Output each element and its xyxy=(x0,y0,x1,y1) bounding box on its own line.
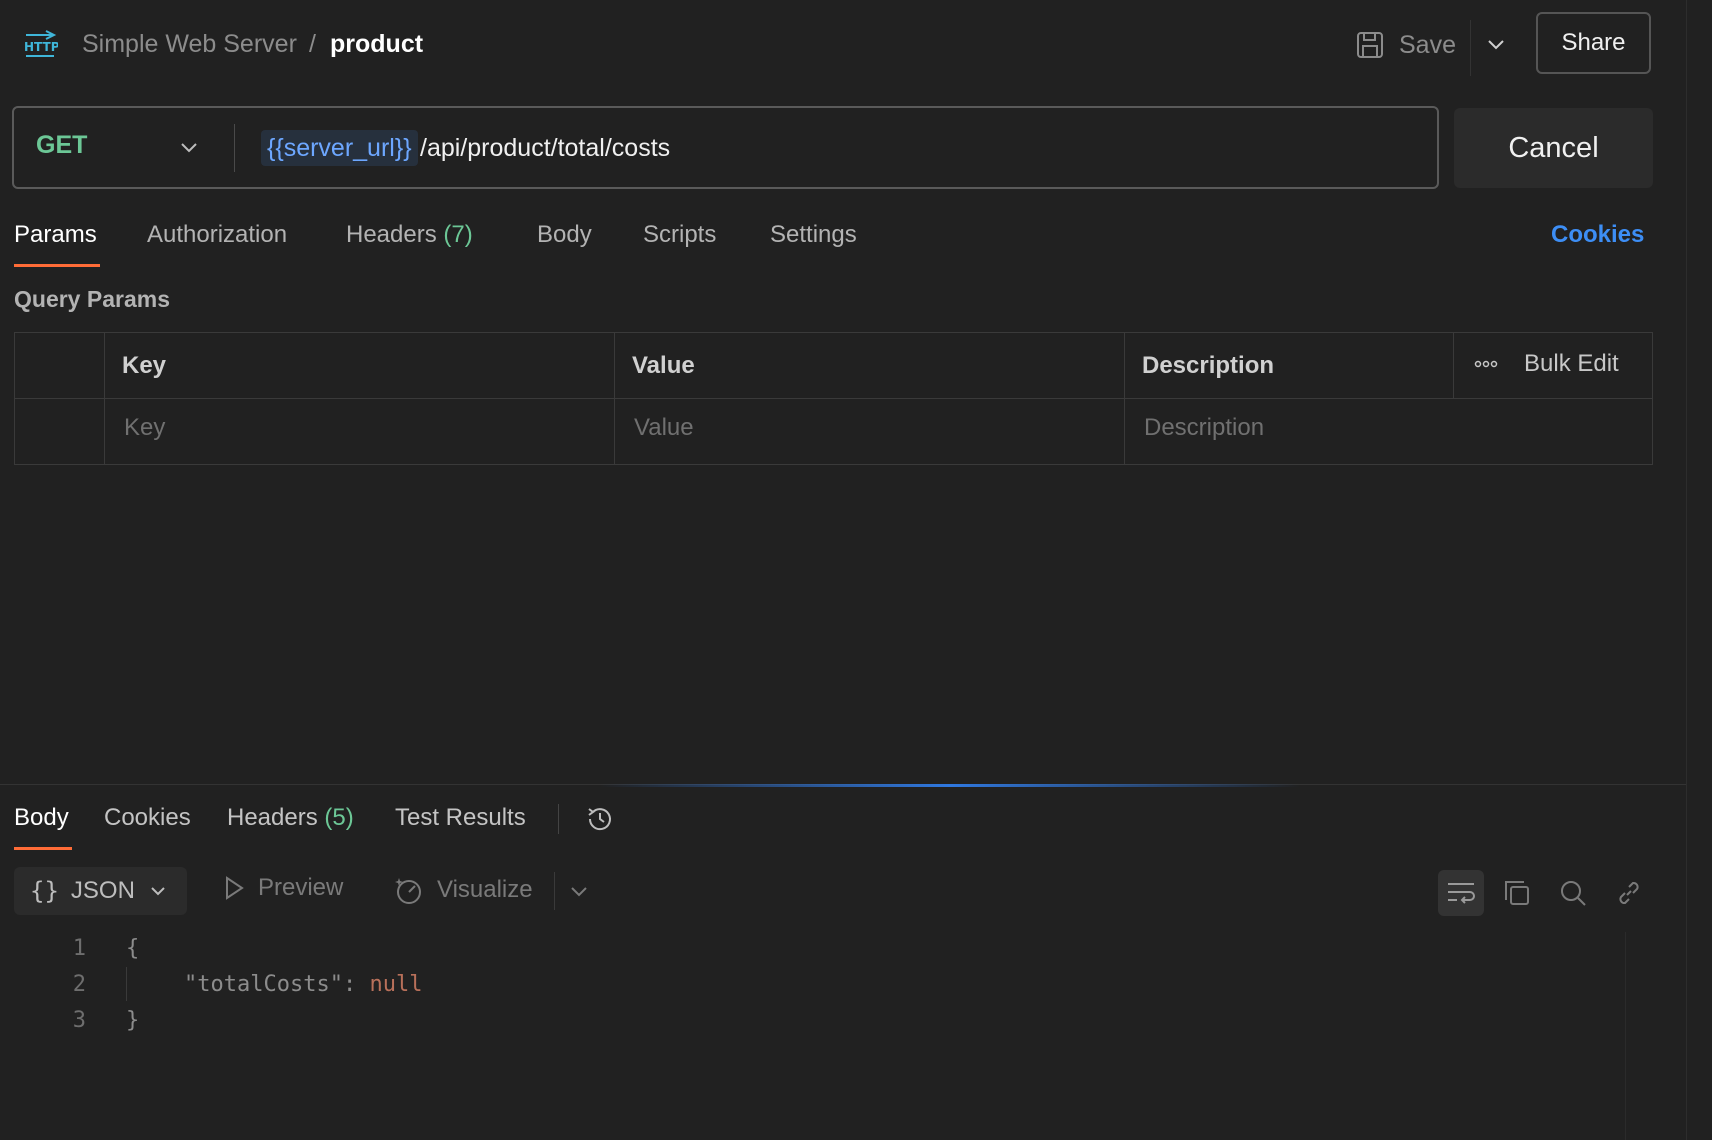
tab-headers-label: Headers xyxy=(346,221,437,248)
breadcrumb-separator: / xyxy=(309,30,316,58)
column-header-description: Description xyxy=(1142,352,1275,379)
breadcrumb-collection[interactable]: Simple Web Server xyxy=(82,28,297,60)
chevron-down-icon xyxy=(147,880,169,902)
cookies-link[interactable]: Cookies xyxy=(1551,220,1644,250)
visualize-icon xyxy=(393,874,425,906)
json-key: "totalCosts" xyxy=(184,972,343,997)
indent-guide xyxy=(126,967,127,1001)
active-tab-indicator xyxy=(14,264,100,267)
preview-button[interactable]: Preview xyxy=(222,874,343,902)
scrollbar[interactable] xyxy=(1625,932,1626,1140)
response-headers-count: (5) xyxy=(324,804,354,831)
share-button[interactable]: Share xyxy=(1536,12,1651,74)
format-select[interactable]: {} JSON xyxy=(14,867,187,915)
bulk-edit-button[interactable]: Bulk Edit xyxy=(1524,350,1619,378)
chevron-down-icon[interactable] xyxy=(566,878,592,904)
param-description-input[interactable]: Description xyxy=(1144,414,1264,442)
save-icon xyxy=(1355,30,1385,60)
url-bar[interactable] xyxy=(12,106,1439,189)
divider xyxy=(1470,20,1471,76)
tab-scripts[interactable]: Scripts xyxy=(643,220,716,250)
json-colon: : xyxy=(342,972,370,997)
tab-headers[interactable]: Headers (7) xyxy=(346,220,473,250)
url-variable[interactable]: {{server_url}} xyxy=(261,130,418,166)
active-tab-indicator xyxy=(14,847,72,850)
save-button[interactable]: Save xyxy=(1355,22,1456,68)
format-label: JSON xyxy=(70,877,135,904)
braces-icon: {} xyxy=(30,877,59,905)
response-tab-headers[interactable]: Headers (5) xyxy=(227,803,354,833)
table-divider xyxy=(614,332,615,465)
pane-border xyxy=(1686,0,1687,1140)
column-header-value: Value xyxy=(632,352,695,379)
response-tab-headers-label: Headers xyxy=(227,804,318,831)
json-open-brace: { xyxy=(126,936,140,961)
column-header-key: Key xyxy=(122,352,167,379)
visualize-button[interactable]: Visualize xyxy=(393,874,533,906)
section-title: Query Params xyxy=(14,286,170,312)
tab-authorization[interactable]: Authorization xyxy=(147,220,287,250)
json-close-brace: } xyxy=(126,1008,140,1033)
loading-indicator xyxy=(600,784,1300,787)
table-divider xyxy=(1124,332,1125,465)
line-number: 3 xyxy=(72,1008,86,1033)
copy-icon[interactable] xyxy=(1494,870,1540,916)
search-icon[interactable] xyxy=(1550,870,1596,916)
preview-label: Preview xyxy=(258,874,344,901)
param-key-input[interactable]: Key xyxy=(124,414,165,442)
method-select[interactable]: GET xyxy=(36,131,87,160)
cancel-button[interactable]: Cancel xyxy=(1454,108,1653,188)
json-line: "totalCosts": null xyxy=(184,972,422,997)
history-icon[interactable] xyxy=(584,803,616,835)
tab-body[interactable]: Body xyxy=(537,220,592,250)
table-divider xyxy=(104,332,105,465)
chevron-down-icon[interactable] xyxy=(176,134,202,160)
line-number: 2 xyxy=(72,972,86,997)
response-tab-cookies[interactable]: Cookies xyxy=(104,803,191,833)
bulk-edit-group: Bulk Edit xyxy=(1474,350,1619,378)
table-divider xyxy=(14,398,1653,399)
json-value: null xyxy=(369,972,423,997)
visualize-label: Visualize xyxy=(437,876,533,903)
tab-settings[interactable]: Settings xyxy=(770,220,857,250)
play-icon xyxy=(222,875,246,901)
chevron-down-icon[interactable] xyxy=(1482,30,1510,58)
table-divider xyxy=(1453,332,1454,398)
wrap-lines-icon[interactable] xyxy=(1438,870,1484,916)
more-options-icon[interactable] xyxy=(1474,358,1498,370)
url-input[interactable]: /api/product/total/costs xyxy=(420,130,670,166)
headers-count: (7) xyxy=(443,221,473,248)
divider xyxy=(558,804,559,834)
divider xyxy=(234,124,235,172)
tab-params[interactable]: Params xyxy=(14,220,97,250)
svg-text:HTTP: HTTP xyxy=(24,40,58,54)
link-icon[interactable] xyxy=(1606,870,1652,916)
divider xyxy=(554,872,555,910)
response-tab-body[interactable]: Body xyxy=(14,803,69,833)
line-number: 1 xyxy=(72,936,86,961)
save-label: Save xyxy=(1399,30,1456,59)
response-tab-test-results[interactable]: Test Results xyxy=(395,803,526,833)
param-value-input[interactable]: Value xyxy=(634,414,694,442)
http-icon: HTTP xyxy=(22,28,58,62)
request-name[interactable]: product xyxy=(330,28,423,60)
